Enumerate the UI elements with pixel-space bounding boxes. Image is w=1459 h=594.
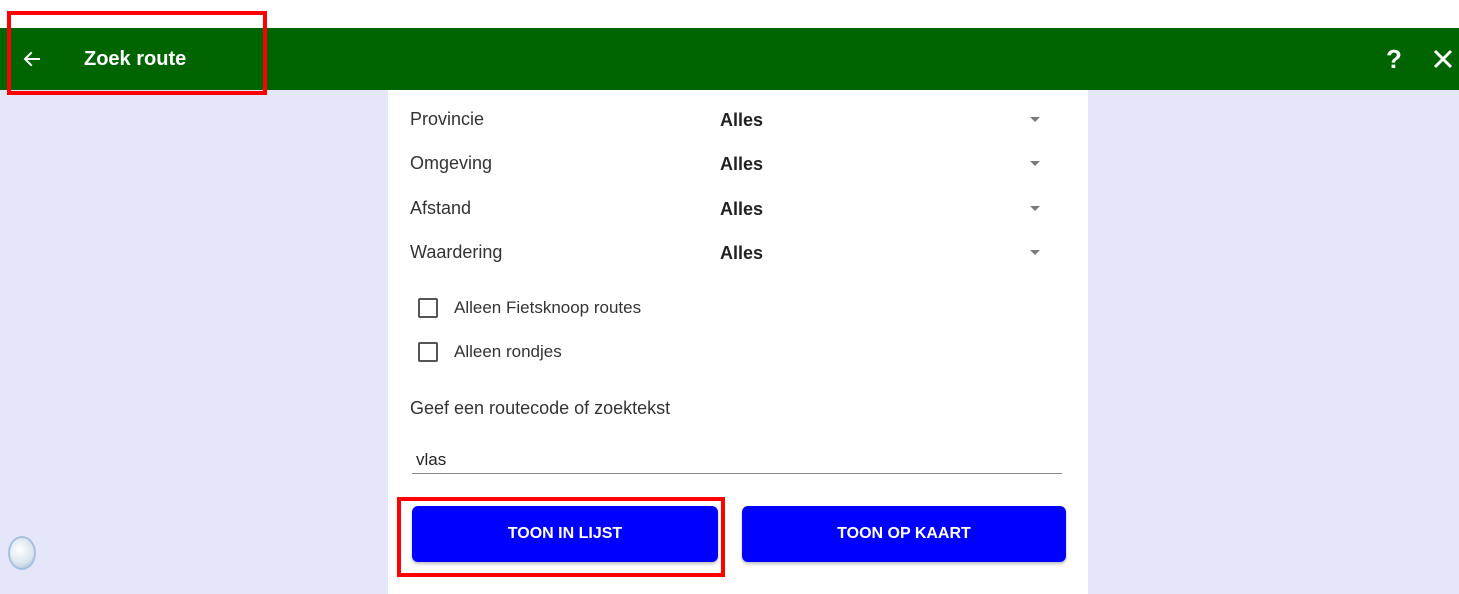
filter-label: Waardering: [410, 242, 503, 262]
search-label: Geef een routecode of zoektekst: [410, 398, 671, 418]
checkbox-box[interactable]: [418, 298, 438, 318]
checkbox-label: Alleen Fietsknoop routes: [454, 298, 642, 317]
close-icon: [1433, 49, 1453, 69]
filter-value: Alles: [720, 243, 764, 263]
filter-label: Afstand: [410, 198, 472, 218]
checkbox-box[interactable]: [418, 342, 438, 362]
filter-label: Provincie: [410, 109, 485, 129]
checkbox-label: Alleen rondjes: [454, 342, 562, 361]
dropdown-arrow-icon: [1030, 250, 1040, 255]
filter-value: Alles: [720, 199, 764, 219]
left-side-panel: [0, 90, 388, 594]
screen: Zoek route ? Provincie Alles Omgeving Al…: [0, 0, 1459, 594]
filter-waardering[interactable]: Waardering Alles: [388, 233, 1088, 273]
filter-omgeving[interactable]: Omgeving Alles: [388, 144, 1088, 184]
filter-value: Alles: [720, 110, 764, 130]
dropdown-arrow-icon: [1030, 161, 1040, 166]
filter-label: Omgeving: [410, 153, 493, 173]
right-side-panel: [1088, 90, 1459, 594]
dropdown-arrow-icon: [1030, 117, 1040, 122]
filter-afstand[interactable]: Afstand Alles: [388, 189, 1088, 229]
filter-value: Alles: [720, 154, 764, 174]
button-highlight-box: [397, 497, 725, 577]
dropdown-arrow-icon: [1030, 206, 1040, 211]
help-button[interactable]: ?: [1378, 42, 1410, 76]
filter-provincie[interactable]: Provincie Alles: [388, 100, 1088, 140]
show-on-map-button[interactable]: TOON OP KAART: [742, 506, 1066, 562]
floating-map-bubble[interactable]: [8, 536, 36, 570]
close-button[interactable]: [1432, 42, 1459, 76]
search-input[interactable]: [412, 446, 1062, 474]
title-highlight-box: [7, 11, 267, 95]
